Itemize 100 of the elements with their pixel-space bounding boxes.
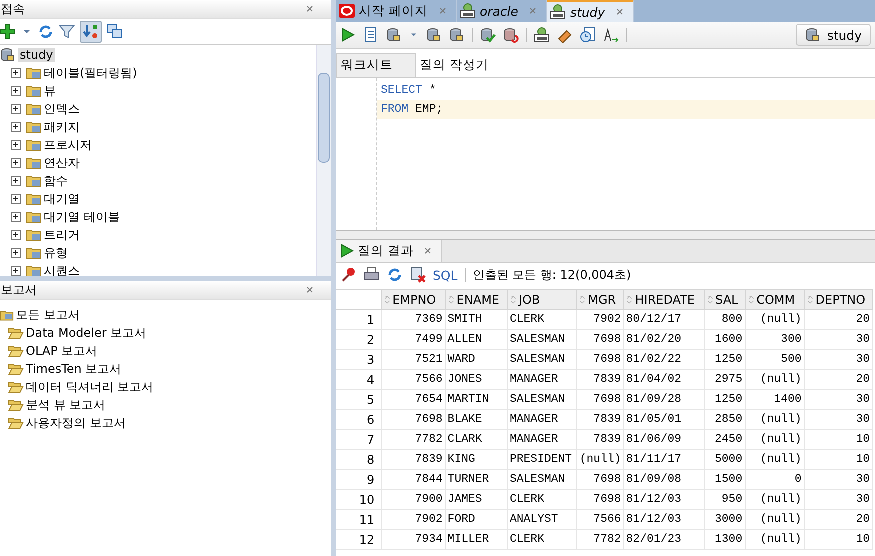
table-cell: MANAGER [507,430,577,450]
expand-icon[interactable] [8,101,24,117]
expand-icon[interactable] [8,119,24,135]
table-cell: BLAKE [445,410,508,430]
database-icon [0,47,16,63]
document-icon[interactable] [363,27,379,43]
column-header[interactable]: HIREDATE [624,290,704,310]
expand-icon[interactable] [8,227,24,243]
expand-icon[interactable] [8,83,24,99]
tree-item[interactable]: 트리거 [44,226,80,244]
table-cell: (null) [745,490,804,510]
table-cell: 7900 [381,490,446,510]
tree-item[interactable]: 테이블(필터링됨) [44,64,138,82]
table-cell: 81/02/22 [624,350,704,370]
tree-item[interactable]: TimesTen 보고서 [26,360,122,378]
column-header[interactable]: EMPNO [381,290,446,310]
table-cell: (null) [745,410,804,430]
pin-icon[interactable] [341,267,357,283]
close-icon[interactable] [305,285,315,295]
printer-icon[interactable] [364,267,380,283]
table-cell: WARD [445,350,508,370]
tree-item[interactable]: 뷰 [44,82,56,100]
table-cell: 7839 [381,450,446,470]
clear-icon[interactable] [410,267,426,283]
column-header[interactable]: MGR [576,290,624,310]
scrollbar[interactable] [316,45,331,276]
table-cell: (null) [745,450,804,470]
table-cell: 7698 [576,350,624,370]
column-header[interactable]: JOB [507,290,577,310]
table-cell: 7839 [576,430,624,450]
table-cell: 80/12/17 [624,310,704,330]
database-undo-icon[interactable] [503,27,519,43]
column-header[interactable]: ENAME [445,290,508,310]
panel-title: 접속 [1,0,26,18]
play-icon[interactable] [340,27,356,43]
table-cell: TURNER [445,470,508,490]
table-cell: CLERK [507,490,577,510]
tree-item[interactable]: 데이터 딕셔너리 보고서 [26,378,154,396]
play-icon [339,243,355,259]
close-icon[interactable] [305,4,315,14]
tree-item[interactable]: OLAP 보고서 [26,342,98,360]
refresh-icon[interactable] [387,267,403,283]
tree-item[interactable]: 사용자정의 보고서 [26,414,126,432]
tree-item[interactable]: 인덱스 [44,100,80,118]
expand-icon[interactable] [8,191,24,207]
column-header[interactable]: COMM [745,290,804,310]
database-icon[interactable] [386,27,402,43]
tree-item[interactable]: 유형 [44,244,68,262]
expand-icon[interactable] [8,245,24,261]
tree-item[interactable]: 연산자 [44,154,80,172]
sql-link[interactable]: SQL [433,268,458,282]
refresh-icon[interactable] [38,24,54,40]
close-icon[interactable] [422,246,433,256]
table-cell: 10 [804,450,872,470]
table-cell: 2450 [704,430,746,450]
tree-item[interactable]: 함수 [44,172,68,190]
column-header[interactable]: DEPTNO [804,290,872,310]
database-icon[interactable] [426,27,442,43]
table-cell: 81/11/17 [624,450,704,470]
table-cell: 7698 [576,330,624,350]
close-icon[interactable] [615,7,626,17]
sub-tab[interactable]: 워크시트 [336,53,416,77]
table-cell: (null) [576,450,624,470]
expand-icon[interactable] [8,155,24,171]
sub-tab[interactable]: 질의 작성기 [416,53,511,77]
expand-icon[interactable] [8,209,24,225]
results-tab[interactable]: 질의 결과 [336,240,442,262]
tree-item[interactable]: 모든 보고서 [16,306,80,324]
tree-item[interactable]: 대기열 [44,190,80,208]
database-check-icon[interactable] [480,27,496,43]
tree-item[interactable]: study [18,48,56,62]
clock-icon[interactable] [580,27,596,43]
column-header[interactable]: SAL [704,290,746,310]
table-cell: 81/02/20 [624,330,704,350]
table-cell: (null) [745,310,804,330]
text-icon[interactable] [603,27,619,43]
tree-item[interactable]: 대기열 테이블 [44,208,120,226]
tree-item[interactable]: 분석 뷰 보고서 [26,396,106,414]
expand-icon[interactable] [8,173,24,189]
connection-button[interactable]: study [796,24,871,46]
tree-item[interactable]: 시퀀스 [44,262,80,276]
tree-item[interactable]: 패키지 [44,118,80,136]
windows-icon[interactable] [107,24,123,40]
row-number: 6 [336,410,382,430]
expand-icon[interactable] [8,137,24,153]
filter-icon[interactable] [59,24,75,40]
row-number: 9 [336,470,382,490]
table-cell: PRESIDENT [507,450,577,470]
tree-item[interactable]: 프로시저 [44,136,92,154]
expand-icon[interactable] [8,65,24,81]
add-icon[interactable] [0,24,16,40]
expand-icon[interactable] [8,263,24,276]
table-cell: 81/09/08 [624,470,704,490]
table-cell: 30 [804,470,872,490]
editor-tab[interactable]: study [547,0,634,22]
sort-icon[interactable] [83,24,99,40]
database-icon[interactable] [449,27,465,43]
row-number: 8 [336,450,382,470]
tree-item[interactable]: Data Modeler 보고서 [26,324,147,342]
table-cell: 30 [804,490,872,510]
